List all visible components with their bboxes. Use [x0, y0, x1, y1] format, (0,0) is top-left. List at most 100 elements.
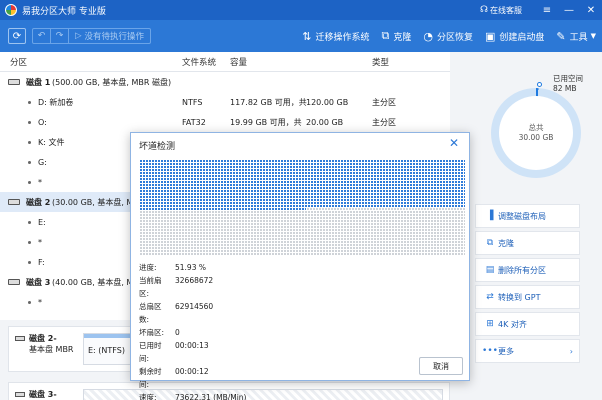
play-icon: ▷ [75, 31, 82, 41]
table-row[interactable]: O: FAT32 19.99 GB 可用，共 20.00 GB 主分区 [0, 112, 450, 132]
stat-key: 总扇区数: [139, 302, 162, 324]
undo-button[interactable]: ↶ [33, 29, 51, 43]
migrate-os-label: 迁移操作系统 [315, 32, 370, 43]
dialog-close-button[interactable]: ✕ [449, 136, 459, 150]
more-button[interactable]: ••• 更多 › [475, 339, 580, 363]
clone-button[interactable]: ⧉ 克隆 [381, 29, 411, 43]
disk-small-icon [15, 392, 25, 397]
stat-row: 已用时间: 00:00:13 [139, 339, 246, 365]
online-support-label: 在线客服 [490, 5, 522, 15]
partition-bullet-icon [28, 260, 31, 264]
stat-row: 剩余时间: 00:00:12 [139, 365, 246, 391]
stat-value: 00:00:12 [175, 367, 209, 376]
adjust-layout-label: 调整磁盘布局 [498, 211, 546, 221]
disk-small-icon [15, 336, 25, 341]
convert-gpt-button[interactable]: ⇄ 转换到 GPT [475, 285, 580, 309]
partition-type: 主分区 [372, 97, 396, 107]
app-logo-icon [5, 4, 17, 16]
disk-map-name: 磁盘 2- [29, 334, 57, 343]
migrate-os-button[interactable]: ⇅ 迁移操作系统 [302, 30, 369, 43]
cancel-button[interactable]: 取消 [419, 357, 463, 375]
dialog-title: 坏道检测 [139, 142, 176, 152]
stat-row: 当前扇区: 32668672 [139, 274, 246, 300]
stat-key: 剩余时间: [139, 367, 162, 389]
tools-icon: ✎ [556, 29, 566, 43]
clone-label: 克隆 [393, 32, 412, 43]
title-bar-controls: ☊ 在线客服 ≡ — ✕ [480, 0, 602, 20]
main-toolbar: ⟳ ↶ ↷ ▷ 没有待执行操作 ⇅ 迁移操作系统 ⧉ 克隆 ◔ 分区恢复 ▣ 创… [0, 20, 602, 52]
title-bar: 易我分区大师 专业版 ☊ 在线客服 ≡ — ✕ [0, 0, 602, 20]
disk-clone-button[interactable]: ⧉ 克隆 [475, 231, 580, 255]
total-label: 总共 [528, 123, 544, 132]
refresh-button[interactable]: ⟳ [8, 28, 26, 44]
partition-bullet-icon [28, 100, 31, 104]
more-icon: ••• [482, 346, 498, 356]
boot-disk-icon: ▣ [484, 29, 496, 43]
convert-gpt-icon: ⇄ [486, 292, 494, 302]
app-title: 易我分区大师 专业版 [22, 6, 106, 17]
close-icon: ✕ [448, 136, 459, 150]
table-row[interactable]: 磁盘 1 (500.00 GB, 基本盘, MBR 磁盘) [0, 72, 450, 92]
disk-info-panel: 已用空间 82 MB 总共 30.00 GB ▐ 调整磁盘布局 ⧉ 克隆 ▤ 删… [455, 52, 602, 400]
more-label: 更多 [498, 346, 514, 356]
create-boot-disk-label: 创建启动盘 [499, 32, 545, 43]
partition-capacity-free: 19.99 GB 可用，共 [230, 117, 302, 127]
adjust-layout-icon: ▐ [486, 211, 494, 221]
close-window-button[interactable]: ✕ [580, 0, 602, 20]
tools-button[interactable]: ✎ 工具 ▼ [556, 30, 596, 43]
align-4k-label: 4K 对齐 [498, 319, 527, 329]
disk-detail: (500.00 GB, 基本盘, MBR 磁盘) [52, 77, 172, 87]
header-partition[interactable]: 分区 [10, 56, 27, 68]
stat-key: 速度: [139, 393, 157, 400]
convert-gpt-label: 转换到 GPT [498, 292, 541, 302]
chevron-right-icon: › [569, 346, 573, 356]
minimize-icon: — [564, 4, 574, 16]
stat-key: 进度: [139, 263, 157, 272]
partition-name: * [38, 177, 42, 187]
stat-row: 总扇区数: 62914560 [139, 300, 246, 326]
partition-bullet-icon [28, 140, 31, 144]
total-value: 30.00 GB [518, 133, 554, 142]
scanned-sectors [139, 159, 465, 207]
partition-name: O: [38, 117, 47, 127]
stat-value: 73622.31 (MB/Min) [175, 393, 247, 400]
header-type[interactable]: 类型 [372, 56, 389, 68]
align-4k-button[interactable]: ⊞ 4K 对齐 [475, 312, 580, 336]
table-row[interactable]: D: 新加卷 NTFS 117.82 GB 可用，共 120.00 GB 主分区 [0, 92, 450, 112]
toolbar-actions: ⇅ 迁移操作系统 ⧉ 克隆 ◔ 分区恢复 ▣ 创建启动盘 ✎ 工具 ▼ [290, 20, 596, 52]
disk-name: 磁盘 3 [26, 277, 51, 287]
partition-fs: FAT32 [182, 117, 206, 127]
header-filesystem[interactable]: 文件系统 [182, 56, 216, 68]
disk-map-label: 磁盘 2- 基本盘 MBR [15, 333, 74, 355]
partition-recovery-button[interactable]: ◔ 分区恢复 [423, 30, 473, 43]
partition-recovery-icon: ◔ [423, 29, 433, 43]
disk-name: 磁盘 1 [26, 77, 51, 87]
minimize-button[interactable]: — [558, 0, 580, 20]
pending-ops-label: 没有待执行操作 [84, 32, 145, 42]
align-4k-icon: ⊞ [486, 319, 494, 329]
menu-button[interactable]: ≡ [536, 0, 558, 20]
disk-map-segment-unallocated[interactable] [83, 389, 443, 400]
create-boot-disk-button[interactable]: ▣ 创建启动盘 [485, 30, 544, 43]
redo-button[interactable]: ↷ [51, 29, 69, 43]
partition-name: F: [38, 257, 45, 267]
partition-bullet-icon [28, 160, 31, 164]
stat-value: 32668672 [175, 276, 214, 285]
adjust-layout-button[interactable]: ▐ 调整磁盘布局 [475, 204, 580, 228]
header-capacity[interactable]: 容量 [230, 56, 247, 68]
disk-icon [8, 199, 20, 205]
online-support-link[interactable]: ☊ 在线客服 [480, 5, 522, 16]
disk-icon [8, 79, 20, 85]
stat-value: 62914560 [175, 302, 214, 311]
partition-bullet-icon [28, 240, 31, 244]
partition-name: G: [38, 157, 47, 167]
partition-bullet-icon [28, 220, 31, 224]
used-space-marker [537, 82, 542, 87]
menu-icon: ≡ [542, 4, 552, 16]
partition-recovery-label: 分区恢复 [436, 32, 473, 43]
delete-all-partitions-button[interactable]: ▤ 删除所有分区 [475, 258, 580, 282]
partition-name: * [38, 237, 42, 247]
pending-ops-button[interactable]: ▷ 没有待执行操作 [69, 29, 150, 43]
partition-capacity-total: 120.00 GB [306, 97, 349, 107]
undo-redo-group: ↶ ↷ ▷ 没有待执行操作 [32, 28, 152, 44]
